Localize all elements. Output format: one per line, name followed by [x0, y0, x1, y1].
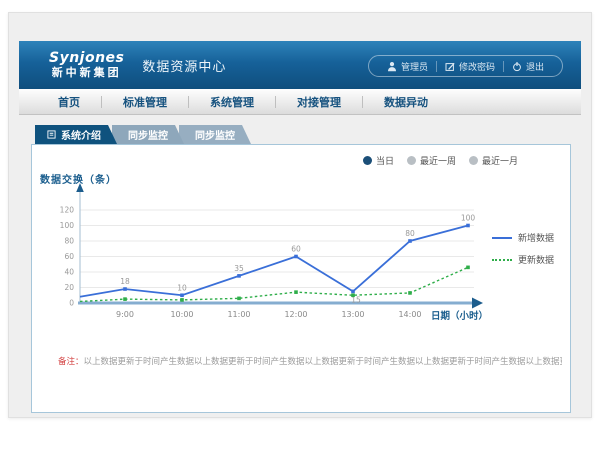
radio-dot-icon — [363, 156, 372, 165]
legend-item-updated-data: 更新数据 — [492, 253, 554, 266]
legend-label: 新增数据 — [518, 231, 554, 244]
logo-subtext: 新中新集团 — [49, 67, 124, 79]
radio-label: 最近一周 — [420, 154, 456, 167]
page-title: 数据资源中心 — [142, 56, 226, 75]
nav-item-home[interactable]: 首页 — [37, 94, 101, 110]
legend-line-sample — [492, 259, 512, 261]
brand-logo: Synjones 新中新集团 — [49, 51, 124, 78]
logout-button[interactable]: 退出 — [504, 60, 552, 73]
admin-user-button[interactable]: 管理员 — [379, 60, 436, 73]
svg-text:100: 100 — [461, 214, 476, 223]
svg-text:10: 10 — [177, 283, 187, 292]
svg-text:12:00: 12:00 — [284, 310, 307, 319]
radio-last-month[interactable]: 最近一月 — [469, 154, 518, 167]
legend-item-new-data: 新增数据 — [492, 231, 554, 244]
tab-label: 同步监控 — [128, 127, 168, 142]
svg-text:14:00: 14:00 — [398, 310, 421, 319]
radio-today[interactable]: 当日 — [363, 154, 394, 167]
svg-text:60: 60 — [291, 245, 301, 254]
radio-label: 最近一月 — [482, 154, 518, 167]
svg-text:13:00: 13:00 — [341, 310, 364, 319]
app-window: Synjones 新中新集团 数据资源中心 管理员 修改密码 — [8, 12, 592, 418]
svg-text:11:00: 11:00 — [227, 310, 250, 319]
svg-text:80: 80 — [64, 237, 74, 246]
line-chart: 0 20 40 60 80 100 120 9:00 10:00 11:00 12:00 13:00 1… — [40, 179, 490, 329]
content-panel: 当日 最近一周 最近一月 数据交换（条） 0204060801001209:00… — [31, 144, 571, 413]
chart-legend: 新增数据 更新数据 — [492, 231, 554, 266]
change-password-button[interactable]: 修改密码 — [437, 60, 503, 73]
nav-item-data-change[interactable]: 数据异动 — [363, 94, 449, 110]
svg-text:18: 18 — [120, 277, 130, 286]
tab-sync-monitor-2[interactable]: 同步监控 — [179, 125, 251, 144]
svg-text:100: 100 — [60, 221, 75, 230]
svg-text:120: 120 — [60, 206, 75, 215]
time-range-filter: 当日 最近一周 最近一月 — [363, 154, 518, 167]
document-icon — [47, 130, 56, 139]
user-menu: 管理员 修改密码 退出 — [368, 55, 563, 77]
radio-last-week[interactable]: 最近一周 — [407, 154, 456, 167]
svg-text:10:00: 10:00 — [170, 310, 193, 319]
svg-text:20: 20 — [64, 283, 74, 292]
svg-text:80: 80 — [405, 229, 415, 238]
svg-text:35: 35 — [234, 264, 244, 273]
user-icon — [387, 61, 397, 72]
nav-item-interface-mgmt[interactable]: 对接管理 — [276, 94, 362, 110]
legend-label: 更新数据 — [518, 253, 554, 266]
svg-text:9:00: 9:00 — [116, 310, 134, 319]
edit-icon — [445, 61, 455, 72]
footnote-prefix: 备注： — [58, 357, 84, 367]
tab-system-intro[interactable]: 系统介绍 — [35, 125, 117, 144]
radio-label: 当日 — [376, 154, 394, 167]
svg-text:日期（小时）: 日期（小时） — [431, 310, 488, 322]
logout-label: 退出 — [526, 60, 544, 73]
logo-text: Synjones — [49, 51, 124, 66]
power-icon — [512, 61, 522, 72]
nav-item-system-mgmt[interactable]: 系统管理 — [189, 94, 275, 110]
user-menu-label: 管理员 — [401, 60, 428, 73]
legend-line-sample — [492, 237, 512, 239]
radio-dot-icon — [469, 156, 478, 165]
header: Synjones 新中新集团 数据资源中心 管理员 修改密码 — [19, 41, 581, 89]
main-nav: 首页 标准管理 系统管理 对接管理 数据异动 — [19, 89, 581, 115]
footnote-text: 以上数据更新于时间产生数据以上数据更新于时间产生数据以上数据更新于时间产生数据以… — [84, 357, 562, 367]
change-password-label: 修改密码 — [459, 60, 495, 73]
footnote: 备注：以上数据更新于时间产生数据以上数据更新于时间产生数据以上数据更新于时间产生… — [58, 355, 562, 367]
svg-text:60: 60 — [64, 252, 74, 261]
tab-sync-monitor-1[interactable]: 同步监控 — [112, 125, 184, 144]
svg-text:0: 0 — [69, 299, 74, 308]
tab-label: 同步监控 — [195, 127, 235, 142]
svg-text:40: 40 — [64, 268, 74, 277]
nav-item-standard-mgmt[interactable]: 标准管理 — [102, 94, 188, 110]
tab-label: 系统介绍 — [61, 127, 101, 142]
tab-bar: 系统介绍 同步监控 同步监控 — [35, 125, 251, 144]
radio-dot-icon — [407, 156, 416, 165]
